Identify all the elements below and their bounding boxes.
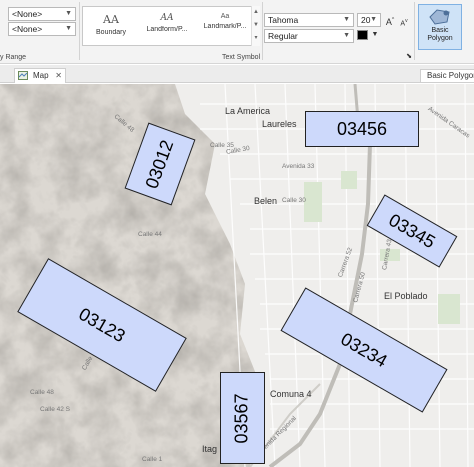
map-view[interactable]: La America Laureles Belen El Poblado Com… [0, 84, 474, 467]
place-label-laureles: Laureles [262, 119, 297, 129]
group-divider [79, 2, 80, 60]
font-style-select[interactable]: Regular ▼ [264, 29, 354, 43]
polygon-symbol-icon [429, 9, 450, 25]
symbol-color-swatch[interactable] [357, 30, 368, 40]
label-class-combo-1[interactable]: <None> ▼ [8, 7, 76, 21]
chevron-down-icon: ▼ [370, 16, 377, 23]
close-icon[interactable]: ✕ [55, 69, 62, 82]
map-icon [18, 71, 28, 80]
place-label-la-america: La America [225, 106, 271, 116]
ribbon: <None> ▼ <None> ▼ y Range AA Boundary AA… [0, 0, 474, 64]
combo-1-value: <None> [12, 9, 43, 19]
font-size-decrease-icon[interactable]: Av [398, 14, 410, 28]
visibility-range-label: y Range [0, 54, 27, 61]
font-size-select[interactable]: 20 ▼ [357, 13, 381, 27]
street-label-avenida-33: Avenida 33 [282, 163, 315, 170]
scroll-up-icon[interactable]: ▲ [252, 6, 260, 19]
street-label-calle-42s: Calle 42 S [40, 406, 70, 413]
gallery-item-boundary[interactable]: AA Boundary [83, 7, 139, 45]
polygon-label-03123: 03123 [75, 303, 129, 346]
basic-polygon-button[interactable]: Basic Polygon [418, 4, 462, 50]
chevron-down-icon[interactable]: ▼ [369, 28, 381, 42]
street-label-calle-44: Calle 44 [138, 231, 162, 238]
combo-2-value: <None> [12, 24, 43, 34]
gallery-label-boundary: Boundary [96, 29, 126, 36]
polygon-label-03567: 03567 [232, 392, 252, 444]
chevron-down-icon: ▼ [343, 16, 350, 23]
label-class-combo-2[interactable]: <None> ▼ [8, 22, 76, 36]
app-window: <None> ▼ <None> ▼ y Range AA Boundary AA… [0, 0, 474, 467]
font-size-increase-icon[interactable]: A^ [384, 13, 396, 27]
gallery-expand-icon[interactable]: ▾ [252, 32, 260, 45]
polygon-label-03012: 03012 [141, 136, 178, 191]
place-label-itag: Itag [202, 444, 218, 454]
scroll-down-icon[interactable]: ▼ [252, 19, 260, 32]
polygon-label-03234: 03234 [337, 328, 391, 371]
tab-basic-polygon-label: Basic Polygon [427, 71, 474, 80]
view-tab-strip: Map ✕ Basic Polygon [0, 65, 474, 83]
gallery-scroll[interactable]: ▲ ▼ ▾ [251, 6, 260, 46]
gallery-sample-boundary: AA [103, 13, 119, 26]
font-style-value: Regular [268, 31, 298, 41]
font-name-value: Tahoma [268, 15, 299, 25]
tab-basic-polygon[interactable]: Basic Polygon [420, 69, 474, 83]
basic-polygon-label: Basic Polygon [427, 27, 453, 42]
gallery-sample-landform: AA [160, 13, 174, 23]
text-symbol-gallery: AA Boundary AA Landform/P... Aa Landmark… [82, 6, 260, 46]
label-polygon-03567[interactable]: 03567 [220, 372, 265, 464]
street-label-calle-48s: Calle 48 [30, 389, 54, 396]
street-label-calle-1: Calle 1 [142, 456, 163, 463]
group-divider [414, 2, 415, 60]
gallery-item-landmark[interactable]: Aa Landmark/P... [197, 7, 253, 45]
label-polygon-03456[interactable]: 03456 [305, 111, 419, 147]
place-label-el-poblado: El Poblado [384, 291, 428, 301]
street-label-calle-30: Calle 30 [282, 197, 306, 204]
gallery-label-landform: Landform/P... [146, 26, 188, 33]
gallery-label-landmark: Landmark/P... [203, 23, 247, 30]
font-name-select[interactable]: Tahoma ▼ [264, 13, 354, 27]
group-divider [262, 2, 263, 60]
gallery-sample-landmark: Aa [220, 13, 230, 20]
chevron-down-icon: ▼ [65, 25, 72, 32]
polygon-label-03456: 03456 [336, 118, 388, 139]
text-symbol-group-label: Text Symbol [222, 54, 261, 61]
tab-map-label: Map [33, 71, 49, 80]
gallery-item-landform[interactable]: AA Landform/P... [139, 7, 195, 45]
tab-map[interactable]: Map ✕ [14, 68, 66, 83]
place-label-belen: Belen [254, 196, 278, 206]
chevron-down-icon: ▼ [65, 10, 72, 17]
chevron-down-icon: ▼ [343, 32, 350, 39]
place-label-comuna-4: Comuna 4 [270, 389, 312, 399]
font-size-value: 20 [361, 15, 371, 25]
